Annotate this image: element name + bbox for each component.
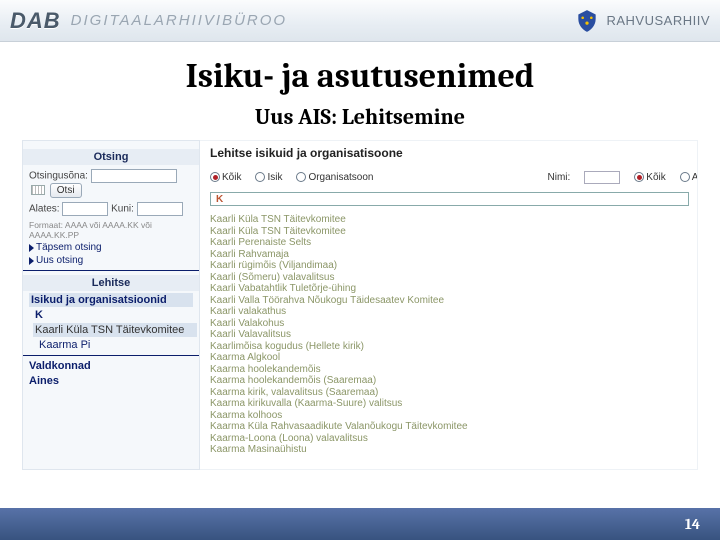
radio-icon [296, 172, 306, 182]
list-item[interactable]: Kaarma hoolekandemõis (Saaremaa) [210, 375, 689, 387]
brand: DAB DIGITAALARHIIVIBÜROO [10, 8, 287, 34]
list-item[interactable]: Kaarma kolhoos [210, 410, 689, 422]
list-item[interactable]: Kaarli Perenaiste Selts [210, 237, 689, 249]
main-panel: Lehitse isikuid ja organisatisoone Kõik … [200, 140, 698, 470]
crest-icon [574, 8, 600, 34]
filter-row: Kõik Isik Organisatsoon Nimi: Kõik Arhii… [210, 166, 689, 188]
slide-footer: 14 [0, 508, 720, 540]
nav-letter[interactable]: K [35, 309, 193, 321]
type-isik[interactable]: Isik [255, 172, 282, 183]
slide-title: Isiku- ja asutusenimed [0, 56, 720, 96]
list-item[interactable]: Kaarma Algkool [210, 352, 689, 364]
list-item[interactable]: Kaarli Vabatahtlik Tuletõrje-ühing [210, 283, 689, 295]
to-input[interactable] [137, 202, 183, 216]
otsing-header: Otsing [23, 149, 199, 165]
results-list: Kaarli Küla TSN Täitevkomitee Kaarli Kül… [210, 214, 689, 456]
page-number: 14 [685, 515, 700, 533]
date-row: Alates: Kuni: [29, 202, 193, 216]
nav-aines[interactable]: Aines [29, 375, 193, 387]
radio-icon [680, 172, 690, 182]
list-item[interactable]: Kaarli Valakohus [210, 318, 689, 330]
nimi-input[interactable] [584, 171, 620, 184]
nav-isikud[interactable]: Isikud ja organisatsioonid [29, 293, 193, 307]
namebox-letter: K [216, 194, 223, 205]
scope-arhiiv[interactable]: Arhiivimoodustaja [680, 172, 698, 183]
keyboard-icon[interactable] [31, 185, 45, 195]
lehitse-header: Lehitse [23, 275, 199, 291]
search-row: Otsingusõna: Otsi [29, 169, 193, 198]
nav-valdkonnad[interactable]: Valdkonnad [29, 360, 193, 372]
list-item[interactable]: Kaarli Valla Töörahva Nõukogu Täidesaate… [210, 295, 689, 307]
list-item[interactable]: Kaarli (Sõmeru) valavalitsus [210, 272, 689, 284]
panel-title: Lehitse isikuid ja organisatisoone [210, 146, 689, 160]
list-item[interactable]: Kaarli valakathus [210, 306, 689, 318]
list-item[interactable]: Kaarli Valavalitsus [210, 329, 689, 341]
to-label: Kuni: [111, 204, 134, 215]
search-button[interactable]: Otsi [50, 183, 82, 198]
list-item[interactable]: Kaarma-Loona (Loona) valavalitsus [210, 433, 689, 445]
search-input[interactable] [91, 169, 177, 183]
scope-koik[interactable]: Kõik [634, 172, 665, 183]
nimi-label: Nimi: [548, 172, 571, 183]
list-item[interactable]: Kaarma hoolekandemõis [210, 364, 689, 376]
list-item[interactable]: Kaarma kirikuvalla (Kaarma-Suure) valits… [210, 398, 689, 410]
radio-icon [634, 172, 644, 182]
list-item[interactable]: Kaarma Masinaühistu [210, 444, 689, 456]
list-item[interactable]: Kaarli Küla TSN Täitevkomitee [210, 226, 689, 238]
list-item[interactable]: Kaarlimõisa kogudus (Hellete kirik) [210, 341, 689, 353]
nav-item-0[interactable]: Kaarli Küla TSN Täitevkomitee [33, 323, 197, 337]
nav-item-1[interactable]: Kaarma Pi [39, 339, 193, 351]
app-screenshot: Otsing Otsingusõna: Otsi Alates: Kuni: F… [22, 140, 698, 470]
list-item[interactable]: Kaarli Rahvamaja [210, 249, 689, 261]
radio-icon [210, 172, 220, 182]
new-search-toggle[interactable]: Uus otsing [29, 255, 193, 266]
type-koik[interactable]: Kõik [210, 172, 241, 183]
org-block: RAHVUSARHIIV [574, 8, 710, 34]
search-label: Otsingusõna: [29, 171, 88, 182]
brand-logo: DAB [10, 8, 61, 34]
namebox[interactable]: K [210, 192, 689, 206]
format-hint: Formaat: AAAA või AAAA.KK või AAAA.KK.PP [29, 220, 193, 240]
list-item[interactable]: Kaarma kirik, valavalitsus (Saaremaa) [210, 387, 689, 399]
top-header: DAB DIGITAALARHIIVIBÜROO RAHVUSARHIIV [0, 0, 720, 42]
advanced-toggle[interactable]: Täpsem otsing [29, 242, 193, 253]
from-input[interactable] [62, 202, 108, 216]
chevron-right-icon [29, 257, 34, 265]
new-search-label: Uus otsing [36, 255, 83, 266]
chevron-right-icon [29, 244, 34, 252]
radio-icon [255, 172, 265, 182]
list-item[interactable]: Kaarli Küla TSN Täitevkomitee [210, 214, 689, 226]
brand-subtitle: DIGITAALARHIIVIBÜROO [71, 12, 287, 29]
org-name: RAHVUSARHIIV [606, 13, 710, 28]
list-item[interactable]: Kaarma Küla Rahvasaadikute Valanõukogu T… [210, 421, 689, 433]
left-panel: Otsing Otsingusõna: Otsi Alates: Kuni: F… [22, 140, 200, 470]
slide-subtitle: Uus AIS: Lehitsemine [0, 104, 720, 130]
advanced-label: Täpsem otsing [36, 242, 102, 253]
list-item[interactable]: Kaarli rügimõis (Viljandimaa) [210, 260, 689, 272]
from-label: Alates: [29, 204, 60, 215]
type-org[interactable]: Organisatsoon [296, 172, 373, 183]
